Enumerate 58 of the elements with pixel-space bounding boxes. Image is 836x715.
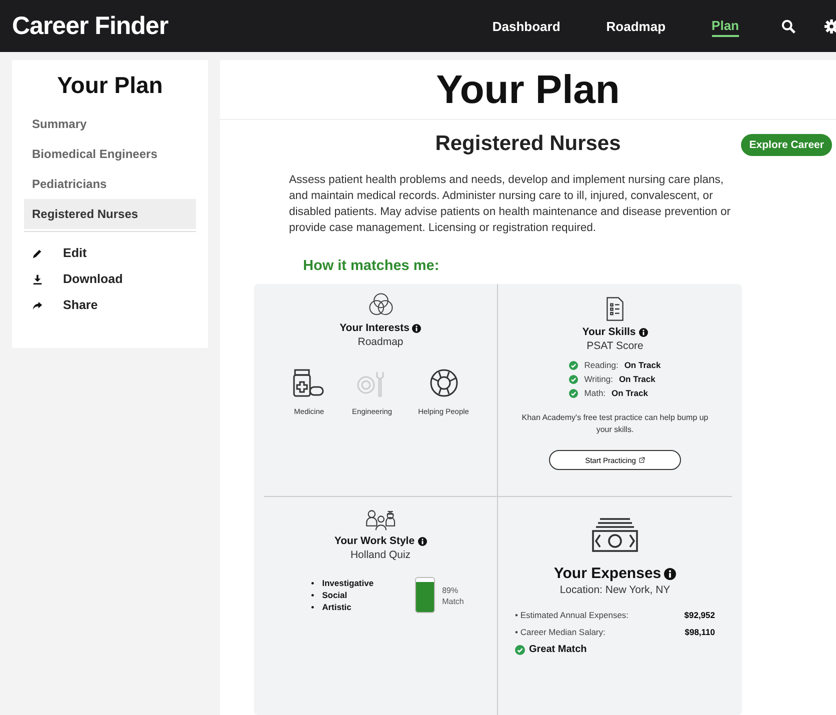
trait-item: Artistic xyxy=(322,601,352,613)
skill-status: On Track xyxy=(618,374,656,384)
page-title: Your Plan xyxy=(220,68,836,120)
verdict-text: Great Match xyxy=(529,644,587,655)
nav-link[interactable]: Plan xyxy=(712,16,739,36)
expense-value: $92,952 xyxy=(684,610,715,620)
career-description: Assess patient health problems and needs, develop and implement nursing care plans, and maintain medical records. Administer nursing care to ill, injured, convalescent, or disabled patients. May advise patients on health maintenance and disease prevention or provide case management. Licensing or registration required. xyxy=(289,173,732,236)
sidebar-item[interactable]: Pediatricians xyxy=(24,169,196,199)
card-title: Your Skills xyxy=(582,326,636,338)
share-icon xyxy=(32,300,43,310)
skill-label: Math: xyxy=(584,388,606,398)
sidebar-item[interactable]: Summary xyxy=(24,109,196,139)
app-logo[interactable]: Career Finder xyxy=(12,12,168,40)
match-percent: 89% xyxy=(442,585,460,596)
skill-status: On Track xyxy=(624,360,661,370)
info-icon[interactable] xyxy=(638,328,648,336)
bullet-mark: • xyxy=(311,589,314,601)
info-icon[interactable] xyxy=(418,536,427,546)
bullet-mark: • xyxy=(311,601,314,613)
external-link-icon xyxy=(638,457,645,463)
skill-label: Reading: xyxy=(584,360,618,370)
practice-note: Khan Academy's free test practice can help bump up your skills. xyxy=(520,412,710,436)
card-subtitle: PSAT Score xyxy=(586,340,644,352)
info-icon[interactable] xyxy=(664,568,676,580)
pencil-icon xyxy=(32,248,43,258)
venn-icon xyxy=(368,292,394,318)
trait-item: Social xyxy=(322,589,348,601)
sidebar-title: Your Plan xyxy=(56,72,164,99)
info-icon[interactable] xyxy=(412,324,422,332)
location-text: Location: New York, NY xyxy=(560,584,670,596)
skill-status: On Track xyxy=(612,388,648,398)
action-link[interactable]: Share xyxy=(24,292,196,318)
card-subtitle: Holland Quiz xyxy=(350,549,411,561)
expense-value: $98,110 xyxy=(684,627,715,637)
skill-label: Writing: xyxy=(584,374,613,384)
bullet-mark: • xyxy=(311,577,314,589)
search-icon[interactable] xyxy=(781,18,796,34)
section-heading: How it matches me: xyxy=(303,258,440,274)
people-icon xyxy=(364,509,396,531)
match-label: Match xyxy=(442,596,464,607)
nav-link[interactable]: Dashboard xyxy=(492,16,560,36)
expense-label: • Estimated Annual Expenses: xyxy=(515,610,629,620)
card-title: Your Expenses xyxy=(554,565,662,582)
trait-item: Investigative xyxy=(322,577,374,589)
career-title: Registered Nurses xyxy=(435,132,621,156)
download-icon xyxy=(32,274,43,284)
money-icon xyxy=(590,517,640,553)
explore-career-button[interactable]: Explore Career xyxy=(741,134,832,156)
sidebar-item[interactable]: Biomedical Engineers xyxy=(24,139,196,169)
card-subtitle: Roadmap xyxy=(358,336,404,348)
action-link[interactable]: Edit xyxy=(24,240,196,266)
action-link[interactable]: Download xyxy=(24,266,196,292)
sidebar-item[interactable]: Registered Nurses xyxy=(24,199,196,229)
nav-link[interactable]: Roadmap xyxy=(606,16,666,36)
expense-label: • Career Median Salary: xyxy=(515,627,606,637)
settings-icon[interactable] xyxy=(824,18,836,34)
card-title: Your Work Style xyxy=(334,535,415,547)
card-title: Your Interests xyxy=(340,322,410,334)
